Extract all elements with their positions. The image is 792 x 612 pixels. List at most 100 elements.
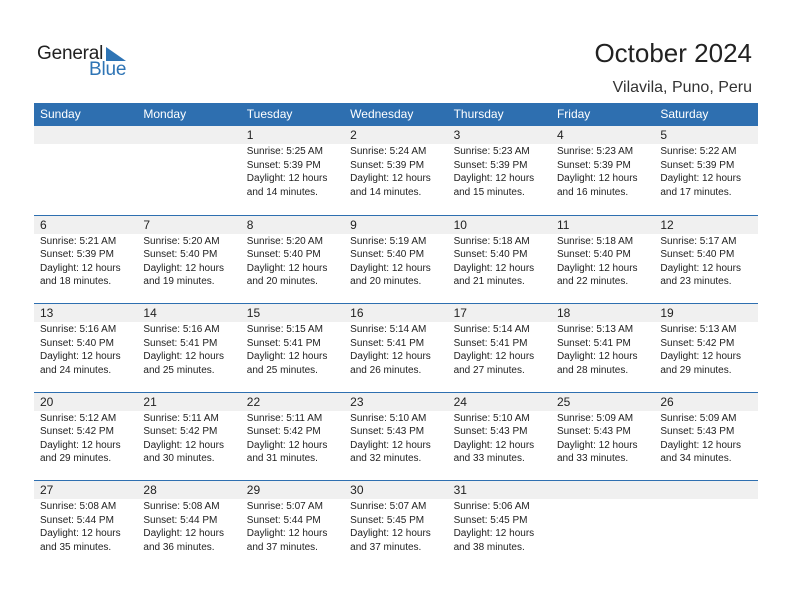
- daylight-text: Daylight: 12 hours: [40, 262, 121, 274]
- daylight-text: Daylight: 12 hours: [40, 351, 121, 362]
- sunrise-text: Sunrise: 5:07 AM: [246, 501, 323, 512]
- sunrise-text: Sunrise: 5:13 AM: [556, 324, 634, 335]
- day-number: 28: [137, 481, 241, 499]
- daylight-text: and 33 minutes.: [453, 453, 525, 464]
- day-number: 2: [344, 126, 448, 144]
- day-cell: 8 Sunrise: 5:20 AM Sunset: 5:40 PM Daylight…: [240, 215, 345, 289]
- day-cell: 17 Sunrise: 5:14 AM Sunset: 5:41 PM Dayligh…: [447, 304, 551, 377]
- sunrise-text: Sunrise: 5:06 AM: [453, 501, 530, 512]
- sunrise-text: Sunrise: 5:10 AM: [453, 412, 530, 424]
- sunset-text: Sunset: 5:43 PM: [453, 426, 528, 437]
- daylight-text: Daylight: 12 hours: [453, 351, 535, 362]
- daylight-text: Daylight: 12 hours: [143, 439, 224, 451]
- day-number: 16: [344, 304, 448, 322]
- day-cell: 13 Sunrise: 5:16 AM Sunset: 5:40 PM Dayligh…: [34, 304, 138, 377]
- daylight-text: and 29 minutes.: [40, 453, 112, 464]
- daylight-text: and 14 minutes.: [246, 186, 318, 198]
- daylight-text: Daylight: 12 hours: [350, 351, 431, 362]
- day-cell: 12 Sunrise: 5:17 AM Sunset: 5:40 PM Dayligh…: [654, 215, 758, 289]
- sunset-text: Sunset: 5:41 PM: [453, 337, 528, 349]
- day-number: [137, 126, 241, 144]
- daylight-text: and 28 minutes.: [556, 364, 629, 376]
- empty-day-cell: [34, 126, 138, 199]
- day-number: 20: [34, 392, 138, 411]
- day-info: Sunrise: 5:08 AM Sunset: 5:44 PM Daylight:…: [34, 499, 137, 554]
- sunset-text: Sunset: 5:40 PM: [143, 249, 218, 260]
- daylight-text: and 23 minutes.: [660, 276, 732, 287]
- sunset-text: Sunset: 5:41 PM: [143, 337, 218, 349]
- sunrise-text: Sunrise: 5:21 AM: [40, 235, 117, 247]
- daylight-text: Daylight: 12 hours: [143, 351, 224, 362]
- day-cell: 21 Sunrise: 5:11 AM Sunset: 5:42 PM Dayligh…: [137, 392, 241, 466]
- day-number: 31: [447, 481, 551, 499]
- sunset-text: Sunset: 5:43 PM: [350, 426, 425, 437]
- sunset-text: Sunset: 5:40 PM: [660, 249, 735, 260]
- daylight-text: Daylight: 12 hours: [350, 173, 431, 184]
- daylight-text: Daylight: 12 hours: [453, 173, 535, 184]
- day-cell: 2 Sunrise: 5:24 AM Sunset: 5:39 PM Daylight…: [344, 126, 448, 199]
- day-info: Sunrise: 5:07 AM Sunset: 5:44 PM Daylight:…: [241, 499, 344, 554]
- daylight-text: Daylight: 12 hours: [556, 173, 638, 184]
- sunrise-text: Sunrise: 5:13 AM: [660, 324, 737, 335]
- sunset-text: Sunset: 5:44 PM: [143, 514, 218, 526]
- day-info: Sunrise: 5:23 AM Sunset: 5:39 PM Daylight:…: [448, 144, 551, 199]
- daylight-text: and 27 minutes.: [453, 364, 525, 376]
- weekday-header-sunday: Sunday: [40, 107, 81, 121]
- daylight-text: Daylight: 12 hours: [453, 439, 535, 451]
- calendar-grid: Sunday Monday Tuesday Wednesday Thursday Frid…: [34, 103, 758, 569]
- day-info: Sunrise: 5:08 AM Sunset: 5:44 PM Daylight:…: [137, 499, 240, 554]
- day-number: 24: [447, 392, 551, 411]
- day-number: 11: [550, 215, 655, 234]
- daylight-text: Daylight: 12 hours: [556, 262, 638, 274]
- sunset-text: Sunset: 5:43 PM: [556, 426, 631, 437]
- day-number: 6: [34, 215, 138, 234]
- day-cell: 1 Sunrise: 5:25 AM Sunset: 5:39 PM Daylight…: [240, 126, 345, 199]
- day-number: 29: [240, 481, 345, 499]
- sunrise-text: Sunrise: 5:12 AM: [40, 412, 117, 424]
- daylight-text: Daylight: 12 hours: [453, 528, 535, 539]
- daylight-text: and 36 minutes.: [143, 541, 215, 553]
- daylight-text: and 33 minutes.: [556, 453, 629, 464]
- sunrise-text: Sunrise: 5:20 AM: [246, 235, 323, 247]
- day-cell: 30 Sunrise: 5:07 AM Sunset: 5:45 PM Dayligh…: [344, 481, 448, 554]
- day-number: [550, 481, 655, 499]
- day-number: 12: [654, 215, 758, 234]
- day-number: 1: [240, 126, 345, 144]
- sunset-text: Sunset: 5:42 PM: [143, 426, 218, 437]
- day-cell: 23 Sunrise: 5:10 AM Sunset: 5:43 PM Dayligh…: [344, 392, 448, 466]
- weekday-header-wednesday: Wednesday: [350, 107, 414, 121]
- daylight-text: and 31 minutes.: [246, 453, 318, 464]
- sunrise-text: Sunrise: 5:11 AM: [143, 412, 219, 424]
- empty-day-cell: [137, 126, 241, 199]
- weekday-header-monday: Monday: [143, 107, 187, 121]
- day-info: Sunrise: 5:14 AM Sunset: 5:41 PM Daylight:…: [344, 322, 447, 377]
- sunset-text: Sunset: 5:40 PM: [350, 249, 425, 260]
- daylight-text: Daylight: 12 hours: [246, 351, 328, 362]
- daylight-text: and 25 minutes.: [143, 364, 215, 376]
- day-number: 14: [137, 304, 241, 322]
- weekday-header-saturday: Saturday: [660, 107, 709, 121]
- day-cell: 4 Sunrise: 5:23 AM Sunset: 5:39 PM Daylight…: [550, 126, 655, 199]
- sunrise-text: Sunrise: 5:20 AM: [143, 235, 220, 247]
- day-info: Sunrise: 5:19 AM Sunset: 5:40 PM Daylight:…: [344, 234, 447, 289]
- sunrise-text: Sunrise: 5:23 AM: [453, 146, 530, 157]
- day-info: Sunrise: 5:20 AM Sunset: 5:40 PM Daylight:…: [137, 234, 240, 289]
- day-cell: 27 Sunrise: 5:08 AM Sunset: 5:44 PM Dayligh…: [34, 481, 138, 554]
- day-number: 30: [344, 481, 448, 499]
- day-cell: 9 Sunrise: 5:19 AM Sunset: 5:40 PM Daylight…: [344, 215, 448, 289]
- daylight-text: and 26 minutes.: [350, 364, 422, 376]
- day-number: 3: [447, 126, 551, 144]
- daylight-text: and 24 minutes.: [40, 364, 112, 376]
- day-number: 13: [34, 304, 138, 322]
- sunrise-text: Sunrise: 5:18 AM: [556, 235, 634, 247]
- sunset-text: Sunset: 5:40 PM: [453, 249, 528, 260]
- daylight-text: and 37 minutes.: [350, 541, 422, 553]
- day-cell: 28 Sunrise: 5:08 AM Sunset: 5:44 PM Dayligh…: [137, 481, 241, 554]
- day-cell: 11 Sunrise: 5:18 AM Sunset: 5:40 PM Dayligh…: [550, 215, 655, 289]
- sunrise-text: Sunrise: 5:07 AM: [350, 501, 427, 512]
- day-cell: 10 Sunrise: 5:18 AM Sunset: 5:40 PM Dayligh…: [447, 215, 551, 289]
- day-info: Sunrise: 5:23 AM Sunset: 5:39 PM Daylight:…: [551, 144, 654, 199]
- sunrise-text: Sunrise: 5:24 AM: [350, 146, 427, 157]
- sunset-text: Sunset: 5:41 PM: [350, 337, 425, 349]
- day-number: 15: [240, 304, 345, 322]
